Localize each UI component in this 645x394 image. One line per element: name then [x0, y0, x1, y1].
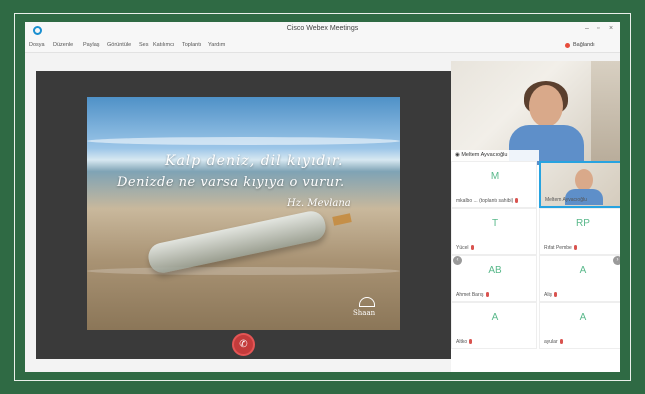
menu-bar: Dosya Düzenle Paylaş Görüntüle Ses Katıl… [25, 39, 620, 53]
slide-quote-line1: Kalp deniz, dil kıyıdır. [165, 153, 344, 169]
shared-slide: Kalp deniz, dil kıyıdır. Denizde ne vars… [87, 97, 400, 330]
participant-name: Yücel [456, 245, 474, 251]
participant-name: ayular [544, 339, 563, 345]
menu-share[interactable]: Paylaş [83, 42, 100, 48]
connection-status-icon [565, 43, 570, 48]
muted-mic-icon [515, 198, 519, 204]
participant-initials: T [491, 218, 499, 229]
webex-window: Cisco Webex Meetings – ▫ × Dosya Düzenle… [25, 22, 620, 372]
shaan-logo-icon [359, 297, 375, 307]
active-speaker-label: ◉ Meltem Ayvacıoğlu [451, 150, 539, 161]
menu-help[interactable]: Yardım [208, 42, 225, 48]
maximize-button[interactable]: ▫ [597, 25, 599, 32]
participant-name: Aliş [544, 292, 558, 298]
muted-mic-icon [469, 339, 473, 345]
participant-name: Meltem Ayvacıoğlu [545, 197, 587, 203]
window-title: Cisco Webex Meetings [286, 25, 359, 32]
participant-initials: A [579, 265, 587, 276]
participant-tile[interactable]: A Altko [451, 302, 537, 349]
participant-initials: AB [488, 265, 502, 276]
menu-file[interactable]: Dosya [29, 42, 45, 48]
close-button[interactable]: × [609, 25, 613, 32]
participant-initials: M [490, 171, 500, 182]
video-icon: ◉ [455, 152, 460, 158]
bottle-image [145, 208, 329, 276]
participant-initials: A [491, 312, 499, 323]
shared-content-stage: Kalp deniz, dil kıyıdır. Denizde ne vars… [36, 71, 451, 359]
muted-mic-icon [485, 292, 489, 298]
participant-tile[interactable]: A Aliş [539, 255, 620, 302]
connection-status[interactable]: Bağlandı [573, 42, 595, 48]
cork-image [332, 213, 352, 226]
slide-logo-text: Shaan [353, 309, 376, 317]
participant-name: mkalbo ... (toplantı sahibi) [456, 198, 519, 204]
slide-quote-line2: Denizde ne varsa kıyıya o vurur. [117, 175, 345, 190]
participant-name: Rıfat Pembe [544, 245, 577, 251]
minimize-button[interactable]: – [585, 25, 589, 32]
active-speaker-video[interactable]: ◉ Meltem Ayvacıoğlu [451, 61, 620, 165]
phone-icon: ✆ [239, 339, 248, 350]
participants-panel: ◉ Meltem Ayvacıoğlu M mkalbo ... (toplan… [451, 61, 620, 372]
menu-audio[interactable]: Ses [139, 42, 148, 48]
muted-mic-icon [554, 292, 558, 298]
participant-name: Altko [456, 339, 473, 345]
menu-meeting[interactable]: Toplantı [182, 42, 201, 48]
participant-initials: RP [576, 218, 590, 229]
participant-name: Ahmet Barış [456, 292, 489, 298]
end-call-button[interactable]: ✆ [232, 333, 255, 356]
participant-tile[interactable]: RP Rıfat Pembe [539, 208, 620, 255]
participant-tile[interactable]: AB Ahmet Barış [451, 255, 537, 302]
participant-tile[interactable]: A ayular [539, 302, 620, 349]
slide-author: Hz. Mevlana [287, 198, 351, 209]
speaker-face [529, 85, 563, 127]
participant-tile[interactable]: M mkalbo ... (toplantı sahibi) [451, 161, 537, 208]
participant-initials: A [579, 312, 587, 323]
muted-mic-icon [470, 245, 474, 251]
muted-mic-icon [559, 339, 563, 345]
wave-decoration [87, 137, 400, 145]
background-shelf [591, 61, 620, 161]
participant-face [575, 169, 593, 191]
participant-video-tile[interactable]: Meltem Ayvacıoğlu [539, 161, 620, 208]
menu-view[interactable]: Görüntüle [107, 42, 131, 48]
menu-participant[interactable]: Katılımcı [153, 42, 174, 48]
participant-tile[interactable]: T Yücel [451, 208, 537, 255]
scroll-right-button[interactable]: › [613, 256, 620, 265]
menu-edit[interactable]: Düzenle [53, 42, 73, 48]
active-speaker-name: Meltem Ayvacıoğlu [461, 152, 508, 158]
wave-decoration [87, 267, 400, 275]
scroll-left-button[interactable]: ‹ [453, 256, 462, 265]
title-bar: Cisco Webex Meetings – ▫ × [25, 22, 620, 39]
muted-mic-icon [573, 245, 577, 251]
